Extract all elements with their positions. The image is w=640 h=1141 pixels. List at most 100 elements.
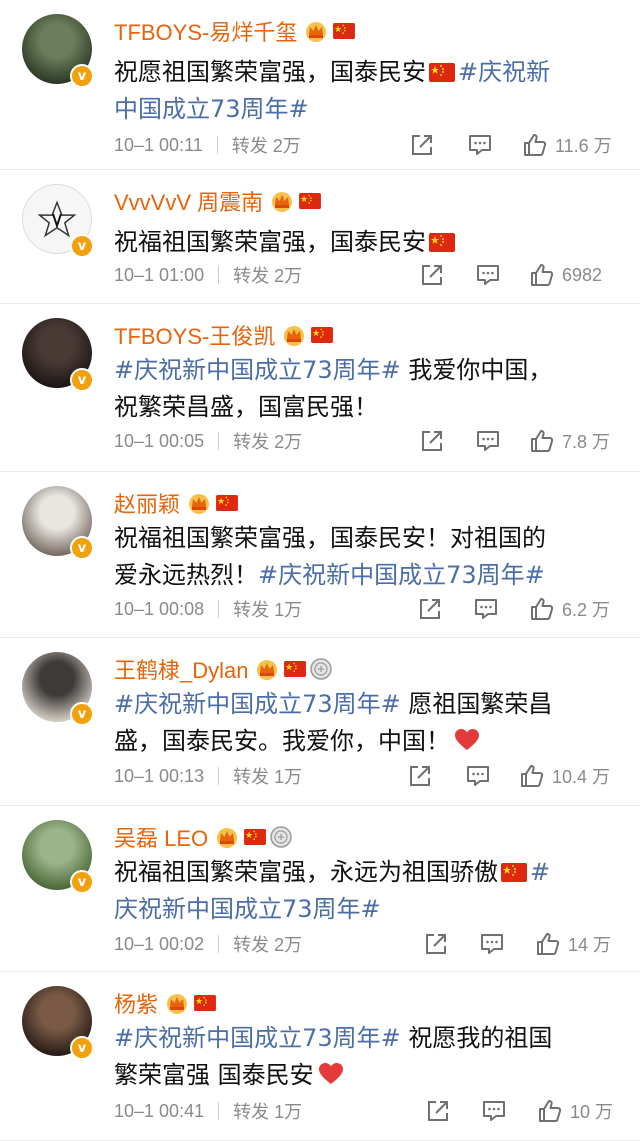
post-content: #庆祝新中国成立73周年# 愿祖国繁荣昌盛，国泰民安。我爱你，中国！ [114, 686, 614, 760]
divider [218, 767, 220, 785]
post-text: 盛，国泰民安。我爱你，中国！ [114, 727, 450, 755]
username[interactable]: 杨紫 [114, 987, 158, 1019]
comment-button[interactable] [468, 130, 492, 160]
verified-badge-icon: v [70, 234, 94, 258]
crown-icon [272, 192, 293, 212]
post-card[interactable]: v 王鹤棣_Dylan #庆祝新中国成立73周年# 愿祖国繁荣昌 盛，国泰民安。我爱你… [0, 638, 640, 806]
post-card[interactable]: v TFBOYS-易烊千玺 祝愿祖国繁荣富强，国泰民安 #庆祝新 中国成立73周年# 10… [0, 0, 640, 170]
repost-count: 转发 2万 [231, 136, 301, 156]
verified-badge-icon: v [70, 368, 94, 392]
post-text: 愿祖国繁荣昌 [400, 690, 553, 718]
post-time: 10–1 00:13 [114, 765, 205, 786]
like-thumb-icon [521, 765, 544, 787]
hashtag-link[interactable]: #庆祝新 [458, 58, 550, 86]
post-card[interactable]: v VvvVvV 周震南祝福祖国繁荣富强，国泰民安 10–1 01:00 转发 2万 6… [0, 170, 640, 304]
share-button[interactable] [426, 1096, 450, 1126]
hashtag-link[interactable]: #庆祝新中国成立73周年# [114, 356, 401, 384]
like-thumb-icon [531, 598, 554, 620]
post-text: 祝愿祖国繁荣富强，国泰民安 [114, 58, 426, 86]
username[interactable]: VvvVvV 周震南 [114, 185, 263, 217]
share-button[interactable] [420, 260, 444, 290]
like-thumb-icon [531, 430, 554, 452]
comment-button[interactable] [466, 761, 490, 791]
content-line: 庆祝新中国成立73周年# [114, 891, 614, 928]
content-line: 爱永远热烈！#庆祝新中国成立73周年# [114, 557, 614, 594]
like-button[interactable]: 10 万 [538, 1096, 613, 1126]
share-button[interactable] [420, 426, 444, 456]
hashtag-link[interactable]: #庆祝新中国成立73周年# [258, 561, 545, 589]
china-flag-icon [501, 863, 527, 882]
repost-count: 转发 2万 [233, 935, 303, 955]
china-flag-icon [333, 23, 356, 39]
username[interactable]: TFBOYS-易烊千玺 [114, 15, 297, 47]
china-flag-icon [429, 63, 455, 82]
like-button[interactable]: 10.4 万 [520, 761, 610, 791]
comment-icon [467, 766, 489, 786]
repost-count: 转发 1万 [233, 1102, 303, 1122]
meta-row: 10–1 01:00 转发 2万 [114, 260, 302, 290]
hashtag-link[interactable]: #庆祝新中国成立73周年# [114, 1024, 401, 1052]
content-line: 祝繁荣昌盛，国富民强！ [114, 389, 614, 426]
like-button[interactable]: 6982 [530, 260, 602, 290]
post-time: 10–1 00:08 [114, 598, 205, 619]
meta-row: 10–1 00:05 转发 2万 [114, 426, 302, 456]
medal-icon [270, 826, 292, 848]
red-heart-icon [318, 1063, 343, 1084]
hashtag-link[interactable]: 庆祝新中国成立73周年# [114, 895, 381, 923]
comment-icon [469, 135, 491, 155]
like-button[interactable]: 11.6 万 [523, 130, 612, 160]
like-button[interactable]: 6.2 万 [530, 594, 610, 624]
content-line: 中国成立73周年# [114, 91, 614, 128]
verified-badge-icon: v [70, 536, 94, 560]
like-button[interactable]: 7.8 万 [530, 426, 610, 456]
like-count: 10 万 [570, 1102, 614, 1122]
share-button[interactable] [418, 594, 442, 624]
like-count: 6.2 万 [562, 600, 611, 620]
weibo-feed: v TFBOYS-易烊千玺 祝愿祖国繁荣富强，国泰民安 #庆祝新 中国成立73周年# 10… [0, 0, 640, 1141]
username[interactable]: 吴磊 LEO [114, 821, 208, 853]
like-count: 14 万 [568, 935, 612, 955]
comment-button[interactable] [474, 594, 498, 624]
post-card[interactable]: v 杨紫 #庆祝新中国成立73周年# 祝愿我的祖国 繁荣富强 国泰民安 10–1 00:… [0, 972, 640, 1141]
content-line: 祝愿祖国繁荣富强，国泰民安 #庆祝新 [114, 54, 614, 91]
content-line: 祝福祖国繁荣富强，国泰民安 [114, 224, 614, 261]
divider [218, 1102, 220, 1120]
post-card[interactable]: v 赵丽颖 祝福祖国繁荣富强，国泰民安！对祖国的 爱永远热烈！#庆祝新中国成立73周年… [0, 472, 640, 638]
content-line: 盛，国泰民安。我爱你，中国！ [114, 723, 614, 760]
repost-count: 转发 2万 [233, 266, 303, 286]
divider [218, 935, 220, 953]
post-time: 10–1 01:00 [114, 264, 205, 285]
repost-count: 转发 1万 [233, 767, 303, 787]
share-icon [420, 599, 440, 619]
share-button[interactable] [410, 130, 434, 160]
china-flag-icon [311, 327, 334, 343]
name-row: TFBOYS-王俊凯 [114, 318, 334, 352]
hashtag-link[interactable]: # [530, 858, 550, 886]
content-line: #庆祝新中国成立73周年# 我爱你中国， [114, 352, 614, 389]
post-card[interactable]: v TFBOYS-王俊凯 #庆祝新中国成立73周年# 我爱你中国， 祝繁荣昌盛，国富民… [0, 304, 640, 472]
post-text: 祝福祖国繁荣富强，国泰民安 [114, 228, 426, 256]
like-button[interactable]: 14 万 [536, 929, 611, 959]
username[interactable]: 赵丽颖 [114, 487, 180, 519]
hashtag-link[interactable]: #庆祝新中国成立73周年# [114, 690, 401, 718]
username[interactable]: TFBOYS-王俊凯 [114, 319, 275, 351]
like-count: 6982 [562, 264, 603, 285]
comment-button[interactable] [482, 1096, 506, 1126]
meta-row: 10–1 00:13 转发 1万 [114, 761, 302, 791]
content-line: 祝福祖国繁荣富强，永远为祖国骄傲 # [114, 854, 614, 891]
comment-button[interactable] [480, 929, 504, 959]
content-line: 繁荣富强 国泰民安 [114, 1057, 614, 1094]
share-button[interactable] [408, 761, 432, 791]
username[interactable]: 王鹤棣_Dylan [114, 653, 248, 685]
comment-icon [477, 431, 499, 451]
post-content: 祝福祖国繁荣富强，永远为祖国骄傲 # 庆祝新中国成立73周年# [114, 854, 614, 928]
china-flag-icon [216, 495, 238, 511]
hashtag-link[interactable]: 中国成立73周年# [114, 95, 309, 123]
like-thumb-icon [539, 1100, 562, 1122]
post-card[interactable]: v 吴磊 LEO 祝福祖国繁荣富强，永远为祖国骄傲 # 庆祝新中国成立73周年# 10–1… [0, 806, 640, 972]
comment-icon [481, 934, 503, 954]
comment-button[interactable] [476, 260, 500, 290]
share-button[interactable] [424, 929, 448, 959]
comment-button[interactable] [476, 426, 500, 456]
share-icon [426, 934, 446, 954]
